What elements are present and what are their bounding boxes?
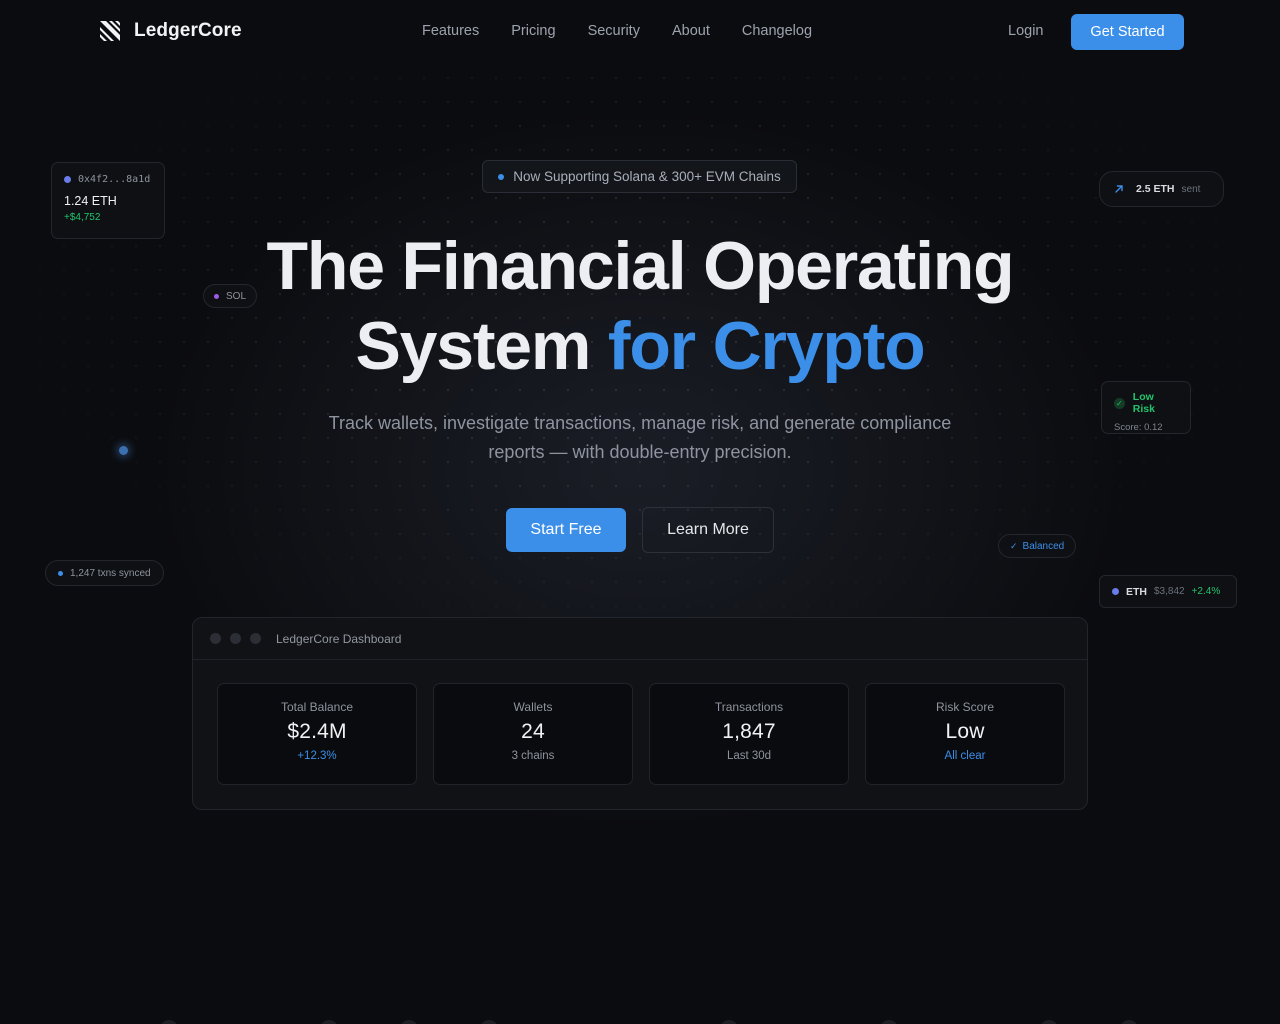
logo-icon <box>100 21 120 41</box>
hero-title-line2: System <box>355 308 608 384</box>
stat-value: 24 <box>521 720 545 743</box>
hero-title-line1: The Financial Operating <box>266 228 1015 304</box>
partner-logo-icon <box>320 1020 338 1024</box>
stat-card-risk-score: Risk Score Low All clear <box>865 683 1065 785</box>
dashboard-titlebar: LedgerCore Dashboard <box>193 618 1087 660</box>
glow-dot-icon <box>119 446 128 455</box>
announcement-badge[interactable]: Now Supporting Solana & 300+ EVM Chains <box>482 160 797 193</box>
wallet-dot-icon <box>64 176 71 183</box>
dashboard-title: LedgerCore Dashboard <box>276 631 402 646</box>
stat-note: +12.3% <box>297 750 337 762</box>
window-dot-icon <box>250 633 261 644</box>
stat-label: Transactions <box>714 700 784 714</box>
eth-sent-chip: 2.5 ETH sent <box>1099 171 1224 207</box>
check-icon: ✓ <box>1114 397 1125 409</box>
partner-logos-strip <box>0 1018 1280 1024</box>
brand[interactable]: LedgerCore <box>98 19 242 43</box>
eth-sent-label: sent <box>1181 183 1201 195</box>
nav-link-features[interactable]: Features <box>422 23 479 39</box>
txns-synced-chip: 1,247 txns synced <box>45 560 164 586</box>
window-dot-icon <box>230 633 241 644</box>
wallet-chip: 0x4f2...8a1d 1.24 ETH +$4,752 <box>51 162 165 239</box>
stat-note: All clear <box>944 750 986 762</box>
partner-logo-icon <box>1040 1020 1058 1024</box>
start-free-button[interactable]: Start Free <box>506 508 626 552</box>
partner-logo-icon <box>480 1020 498 1024</box>
nav-link-pricing[interactable]: Pricing <box>511 23 555 39</box>
partner-logo-icon <box>880 1020 898 1024</box>
eth-sent-amount: 2.5 ETH <box>1136 183 1175 195</box>
stat-value: $2.4M <box>287 720 347 743</box>
balanced-chip: ✓ Balanced <box>998 534 1077 558</box>
wallet-delta: +$4,752 <box>64 212 101 223</box>
partner-logo-icon <box>400 1020 418 1024</box>
login-link[interactable]: Login <box>1008 23 1043 39</box>
hero-subtitle: Track wallets, investigate transactions,… <box>328 413 952 462</box>
eth-change: +2.4% <box>1191 586 1221 597</box>
arrow-up-right-icon <box>1115 185 1123 193</box>
stats-row: Total Balance $2.4M +12.3% Wallets 24 3 … <box>217 683 1065 785</box>
stat-note: 3 chains <box>511 750 555 762</box>
brand-name: LedgerCore <box>134 20 242 41</box>
nav-link-changelog[interactable]: Changelog <box>742 23 812 39</box>
stat-label: Risk Score <box>935 700 994 714</box>
sol-dot-icon <box>214 293 219 299</box>
learn-more-button[interactable]: Learn More <box>642 507 774 553</box>
dashboard-preview: LedgerCore Dashboard Total Balance $2.4M… <box>192 617 1088 810</box>
stat-card-wallets: Wallets 24 3 chains <box>433 683 633 785</box>
get-started-button[interactable]: Get Started <box>1071 14 1184 50</box>
stat-label: Wallets <box>513 700 553 714</box>
stat-note: Last 30d <box>726 750 772 762</box>
hero-title: The Financial Operating System for Crypt… <box>0 226 1280 386</box>
txn-dot-icon <box>58 570 63 576</box>
stat-value: 1,847 <box>722 720 776 743</box>
balanced-label: Balanced <box>1022 540 1065 552</box>
txns-synced-label: 1,247 txns synced <box>70 567 151 579</box>
badge-text: Now Supporting Solana & 300+ EVM Chains <box>513 169 781 184</box>
eth-price: $3,842 <box>1154 586 1185 597</box>
window-dot-icon <box>210 633 221 644</box>
risk-title: Low Risk <box>1132 391 1155 415</box>
hero-title-accent: for Crypto <box>607 308 926 384</box>
partner-logo-icon <box>160 1020 178 1024</box>
landing-page: LedgerCore Features Pricing Security Abo… <box>0 0 1280 1024</box>
check-icon: ✓ <box>1010 540 1018 551</box>
nav-link-about[interactable]: About <box>672 23 710 39</box>
stat-value: Low <box>945 720 985 743</box>
partner-logo-icon <box>1120 1020 1138 1024</box>
sol-chip: SOL <box>203 284 258 308</box>
eth-price-chip: ETH $3,842 +2.4% <box>1099 575 1237 608</box>
sol-label: SOL <box>226 290 247 302</box>
top-nav: LedgerCore Features Pricing Security Abo… <box>0 0 1280 64</box>
stat-label: Total Balance <box>280 700 354 714</box>
risk-score: Score: 0.12 <box>1114 422 1163 433</box>
badge-dot-icon <box>498 173 505 180</box>
wallet-address: 0x4f2...8a1d <box>78 174 151 185</box>
stat-card-transactions: Transactions 1,847 Last 30d <box>649 683 849 785</box>
wallet-amount: 1.24 ETH <box>64 194 117 208</box>
nav-links: Features Pricing Security About Changelo… <box>422 23 812 39</box>
nav-link-security[interactable]: Security <box>588 23 640 39</box>
stat-card-total-balance: Total Balance $2.4M +12.3% <box>217 683 417 785</box>
risk-chip: ✓ Low Risk Score: 0.12 <box>1101 381 1191 434</box>
partner-logo-icon <box>720 1020 738 1024</box>
eth-dot-icon <box>1112 588 1119 595</box>
eth-symbol: ETH <box>1126 585 1147 598</box>
